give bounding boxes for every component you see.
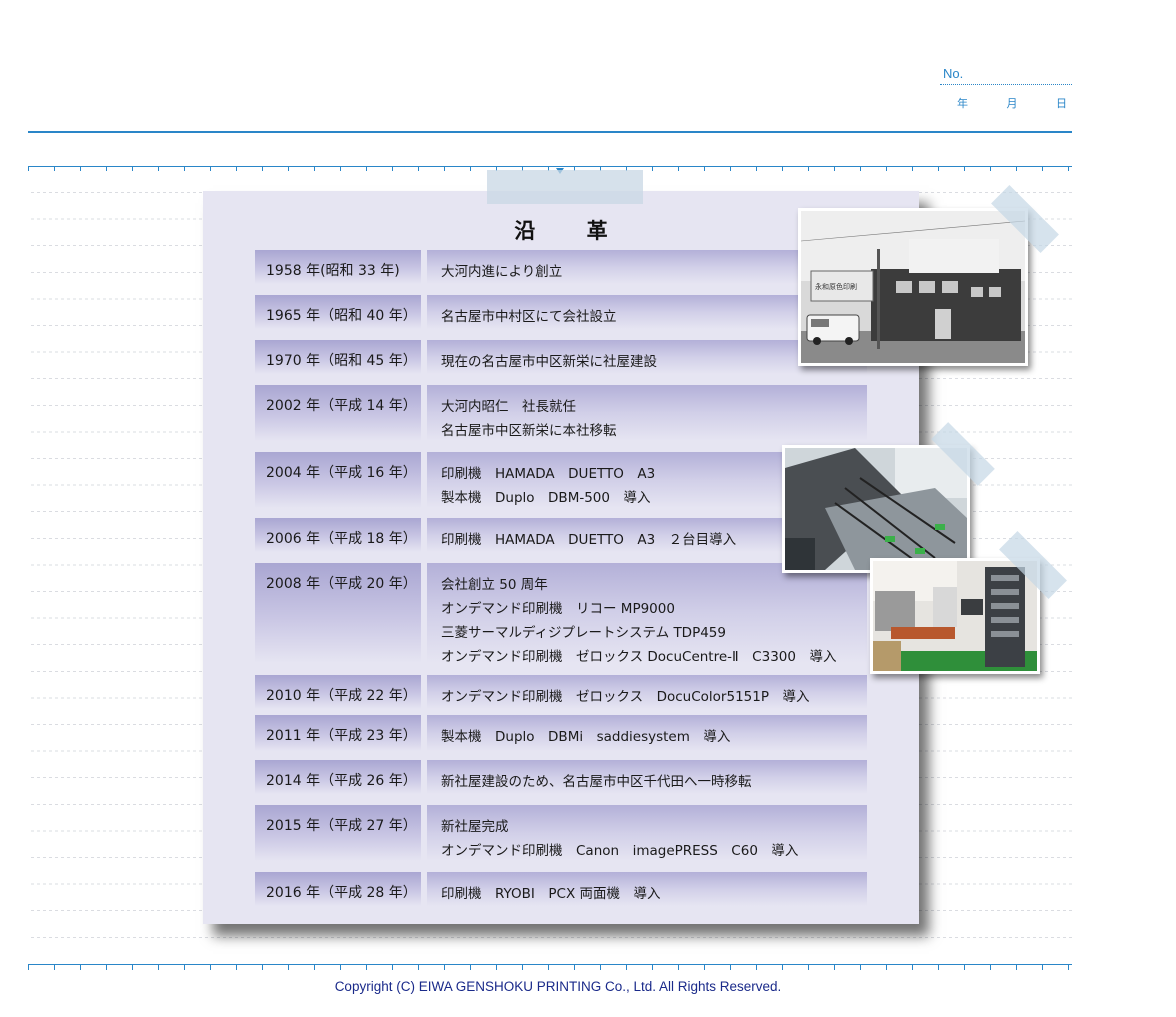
history-event: 印刷機 RYOBI PCX 両面機 導入	[427, 872, 867, 906]
date-year-label: 年	[957, 97, 968, 110]
history-year: 2004 年（平成 16 年）	[255, 452, 421, 508]
history-row: 2016 年（平成 28 年） 印刷機 RYOBI PCX 両面機 導入	[255, 872, 867, 906]
history-row: 2008 年（平成 20 年） 会社創立 50 周年 オンデマンド印刷機 リコー…	[255, 563, 867, 665]
history-event: 新社屋完成 オンデマンド印刷機 Canon imagePRESS C60 導入	[427, 805, 867, 861]
history-year: 2014 年（平成 26 年）	[255, 760, 421, 794]
event-line: オンデマンド印刷機 ゼロックス DocuCentre-Ⅱ C3300 導入	[441, 649, 837, 665]
event-line: オンデマンド印刷機 Canon imagePRESS C60 導入	[441, 843, 799, 859]
history-year: 1965 年（昭和 40 年）	[255, 295, 421, 329]
building-illustration: 永和原色印刷	[801, 211, 1025, 363]
event-line: 大河内昭仁 社長就任	[441, 399, 576, 415]
event-line: 会社創立 50 周年	[441, 577, 548, 593]
history-year: 2002 年（平成 14 年）	[255, 385, 421, 441]
history-year: 2015 年（平成 27 年）	[255, 805, 421, 861]
history-event: 新社屋建設のため、名古屋市中区千代田へ一時移転	[427, 760, 867, 794]
date-month-label: 月	[1006, 97, 1018, 110]
event-line: 新社屋建設のため、名古屋市中区千代田へ一時移転	[441, 774, 752, 790]
history-row: 1965 年（昭和 40 年） 名古屋市中村区にて会社設立	[255, 295, 867, 329]
history-row: 2002 年（平成 14 年） 大河内昭仁 社長就任 名古屋市中区新栄に本社移転	[255, 385, 867, 441]
history-year: 2008 年（平成 20 年）	[255, 563, 421, 663]
number-line	[940, 84, 1072, 85]
building-sign-text: 永和原色印刷	[815, 282, 857, 291]
event-line: オンデマンド印刷機 ゼロックス DocuColor5151P 導入	[441, 689, 810, 705]
history-year: 2010 年（平成 22 年）	[255, 675, 421, 709]
history-row: 1970 年（昭和 45 年） 現在の名古屋市中区新栄に社屋建設	[255, 340, 867, 374]
history-event: オンデマンド印刷機 ゼロックス DocuColor5151P 導入	[427, 675, 867, 709]
event-line: 製本機 Duplo DBMi saddiesystem 導入	[441, 729, 731, 745]
tape-strip	[487, 170, 643, 204]
machine-illustration	[785, 448, 967, 570]
history-row: 2010 年（平成 22 年） オンデマンド印刷機 ゼロックス DocuColo…	[255, 675, 867, 709]
room-illustration	[873, 561, 1037, 671]
date-fields: 年 月 日	[957, 95, 1067, 111]
history-row: 2006 年（平成 18 年） 印刷機 HAMADA DUETTO A3 ２台目…	[255, 518, 867, 552]
history-event: 製本機 Duplo DBMi saddiesystem 導入	[427, 715, 867, 751]
history-event: 大河内昭仁 社長就任 名古屋市中区新栄に本社移転	[427, 385, 867, 441]
history-row: 2004 年（平成 16 年） 印刷機 HAMADA DUETTO A3 製本機…	[255, 452, 867, 508]
top-ruler	[28, 166, 1072, 171]
history-year: 1970 年（昭和 45 年）	[255, 340, 421, 374]
history-row: 2014 年（平成 26 年） 新社屋建設のため、名古屋市中区千代田へ一時移転	[255, 760, 867, 794]
header-rule	[28, 131, 1072, 133]
bottom-ruler	[28, 964, 1072, 970]
event-line: 新社屋完成	[441, 819, 509, 835]
date-day-label: 日	[1056, 97, 1067, 110]
event-line: 名古屋市中区新栄に本社移転	[441, 423, 617, 439]
photo-printing-machine	[782, 445, 970, 573]
event-line: オンデマンド印刷機 リコー MP9000	[441, 601, 675, 617]
number-label: No.	[943, 66, 964, 81]
history-row: 1958 年(昭和 33 年) 大河内進により創立	[255, 250, 867, 284]
history-event: 会社創立 50 周年 オンデマンド印刷機 リコー MP9000 三菱サーマルディ…	[427, 563, 867, 665]
event-line: 三菱サーマルディジプレートシステム TDP459	[441, 625, 726, 641]
copyright-text: Copyright (C) EIWA GENSHOKU PRINTING Co.…	[334, 979, 782, 994]
history-year: 2016 年（平成 28 年）	[255, 872, 421, 906]
history-year: 1958 年(昭和 33 年)	[255, 250, 421, 284]
event-line: 印刷機 RYOBI PCX 両面機 導入	[441, 886, 661, 902]
history-year: 2006 年（平成 18 年）	[255, 518, 421, 552]
history-row: 2015 年（平成 27 年） 新社屋完成 オンデマンド印刷機 Canon im…	[255, 805, 867, 861]
history-row: 2011 年（平成 23 年） 製本機 Duplo DBMi saddiesys…	[255, 715, 867, 751]
history-year: 2011 年（平成 23 年）	[255, 715, 421, 751]
photo-old-building: 永和原色印刷	[798, 208, 1028, 366]
photo-print-room	[870, 558, 1040, 674]
